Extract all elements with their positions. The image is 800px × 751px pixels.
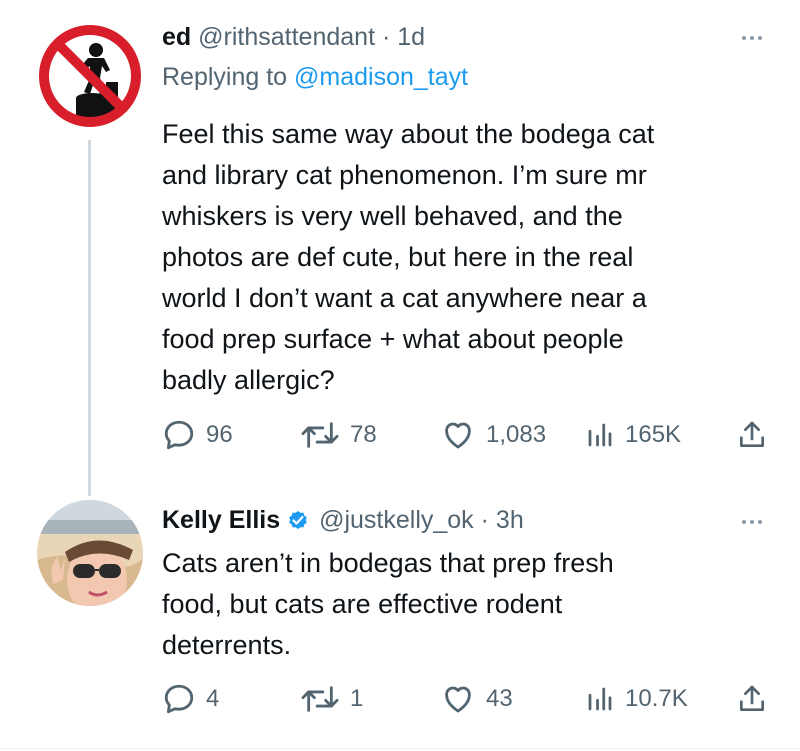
share-button[interactable] xyxy=(736,679,768,719)
retweet-arrows-icon xyxy=(301,686,339,712)
body-line: Cats aren’t in bodegas that prep fresh xyxy=(162,548,614,578)
reply-button[interactable]: 4 xyxy=(162,679,219,719)
bar-chart-icon xyxy=(588,687,612,711)
bottom-divider xyxy=(0,748,800,749)
views-button[interactable]: 10.7K xyxy=(585,679,688,719)
separator-dot: · xyxy=(480,506,489,534)
action-bar: 4 1 43 10.7K xyxy=(0,679,800,719)
tweet-time[interactable]: 3h xyxy=(496,506,524,534)
ellipsis-icon[interactable] xyxy=(742,520,762,524)
heart-icon xyxy=(445,686,471,713)
body-line: food, but cats are effective rodent xyxy=(162,589,563,619)
tweet-header: Kelly Ellis @justkelly_ok · 3h xyxy=(162,505,524,535)
tweet-body: Cats aren’t in bodegas that prep fresh f… xyxy=(162,543,762,666)
verified-badge-icon xyxy=(289,511,307,529)
like-count: 43 xyxy=(486,685,513,712)
speech-bubble-icon xyxy=(164,684,194,714)
share-upload-icon xyxy=(740,685,764,711)
like-button[interactable]: 43 xyxy=(440,679,513,719)
author-handle[interactable]: @justkelly_ok xyxy=(319,506,474,534)
body-line: deterrents. xyxy=(162,630,292,660)
views-count: 10.7K xyxy=(625,685,688,712)
retweet-button[interactable]: 1 xyxy=(300,679,363,719)
retweet-count: 1 xyxy=(350,685,364,712)
author-name[interactable]: Kelly Ellis xyxy=(162,506,280,534)
tweet-kelly-ellis: Kelly Ellis @justkelly_ok · 3h Cats aren… xyxy=(0,0,800,751)
reply-count: 4 xyxy=(206,685,220,712)
